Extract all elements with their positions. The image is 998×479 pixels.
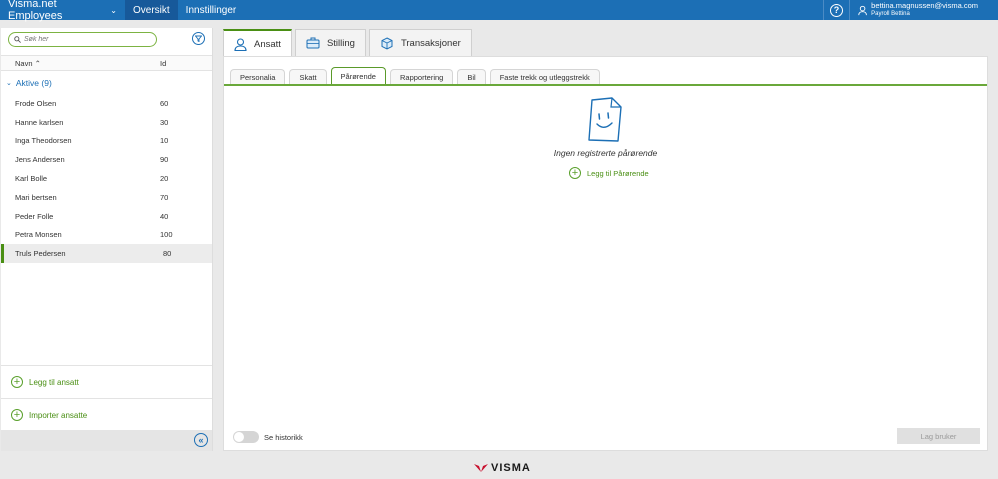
history-toggle-row: Se historikk — [233, 431, 303, 443]
smiley-document-icon — [586, 97, 624, 145]
subtab-parorende[interactable]: Pårørende — [330, 67, 386, 84]
person-icon — [234, 37, 247, 51]
history-toggle[interactable] — [233, 431, 259, 443]
list-item[interactable]: Petra Monsen 100 — [1, 226, 212, 245]
plus-icon: + — [11, 376, 23, 388]
help-icon: ? — [830, 3, 843, 17]
tab-transaksjoner[interactable]: Transaksjoner — [368, 29, 472, 56]
collapse-sidebar-icon[interactable]: « — [194, 433, 208, 447]
boxes-icon — [380, 36, 394, 50]
group-label: Aktive (9) — [15, 77, 52, 88]
subtab-underline — [224, 84, 987, 86]
list-item[interactable]: Hanne karlsen 30 — [1, 113, 212, 132]
subtab-bil[interactable]: Bil — [457, 69, 486, 84]
app-switcher[interactable]: Visma.net Employees ⌄ — [0, 0, 125, 22]
employee-sidebar: Navn ⌃ Id ⌄ Aktive (9) Frode Olsen60 Han… — [1, 28, 213, 451]
filter-icon — [195, 35, 202, 42]
chevron-down-icon: ⌄ — [110, 5, 117, 15]
list-item[interactable]: Inga Theodorsen 10 — [1, 132, 212, 151]
visma-logo-mark — [474, 464, 488, 472]
plus-icon: + — [11, 409, 23, 421]
list-item[interactable]: Jens Andersen 90 — [1, 150, 212, 169]
app-name: Visma.net Employees — [8, 0, 63, 22]
help-button[interactable]: ? — [823, 0, 850, 20]
column-id-header[interactable]: Id — [146, 59, 166, 68]
import-employees-button[interactable]: + Importer ansatte — [1, 398, 212, 431]
search-icon — [14, 36, 21, 43]
top-bar: Visma.net Employees ⌄ Oversikt Innstilli… — [0, 0, 998, 22]
subtab-skatt[interactable]: Skatt — [289, 69, 327, 84]
main-panel: Personalia Skatt Pårørende Rapportering … — [223, 56, 988, 451]
list-item[interactable]: Karl Bolle 20 — [1, 169, 212, 188]
user-icon — [858, 5, 867, 15]
history-toggle-label: Se historikk — [264, 432, 303, 442]
tab-stilling[interactable]: Stilling — [294, 29, 366, 56]
add-employee-label: Legg til ansatt — [29, 377, 79, 387]
user-menu[interactable]: bettina.magnussen@visma.com Payroll Bett… — [850, 2, 998, 18]
add-relative-button[interactable]: + Legg til Pårørende — [569, 167, 649, 179]
visma-logo: VISMA — [474, 462, 531, 474]
list-item[interactable]: Mari bertsen 70 — [1, 188, 212, 207]
user-company: Payroll Bettina — [871, 11, 910, 17]
nav-innstillinger[interactable]: Innstillinger — [178, 0, 245, 20]
list-item[interactable]: Frode Olsen 60 — [1, 94, 212, 113]
group-active[interactable]: ⌄ Aktive (9) — [1, 71, 212, 94]
sidebar-footer: « — [1, 430, 212, 451]
create-user-button[interactable]: Lag bruker — [897, 428, 980, 444]
search-box[interactable] — [8, 32, 157, 47]
subtab-faste-trekk[interactable]: Faste trekk og utleggstrekk — [489, 69, 600, 84]
subtab-personalia[interactable]: Personalia — [230, 69, 286, 84]
add-relative-label: Legg til Pårørende — [587, 168, 649, 178]
briefcase-icon — [306, 37, 320, 49]
tab-ansatt[interactable]: Ansatt — [223, 29, 292, 57]
list-item-selected[interactable]: Truls Pedersen 80 — [1, 244, 212, 264]
sort-asc-icon: ⌃ — [34, 58, 41, 68]
list-header: Navn ⌃ Id — [1, 55, 212, 71]
main-tabs: Ansatt Stilling Transaksjoner — [223, 29, 475, 57]
subtab-rapportering[interactable]: Rapportering — [389, 69, 454, 84]
sub-tabs: Personalia Skatt Pårørende Rapportering … — [230, 67, 604, 84]
filter-button[interactable] — [192, 32, 205, 45]
search-input[interactable] — [24, 36, 149, 43]
nav-oversikt[interactable]: Oversikt — [125, 0, 178, 20]
column-name-header[interactable]: Navn ⌃ — [1, 59, 146, 68]
list-item[interactable]: Peder Folle 40 — [1, 207, 212, 226]
add-employee-button[interactable]: + Legg til ansatt — [1, 365, 212, 398]
employee-list: Frode Olsen 60 Hanne karlsen 30 Inga Theod… — [1, 94, 212, 264]
user-email: bettina.magnussen@visma.com — [871, 1, 978, 10]
empty-state-text: Ingen registrerte pårørende — [553, 148, 658, 158]
plus-icon: + — [569, 167, 581, 179]
import-employees-label: Importer ansatte — [29, 410, 88, 420]
chevron-down-icon: ⌄ — [6, 79, 12, 87]
